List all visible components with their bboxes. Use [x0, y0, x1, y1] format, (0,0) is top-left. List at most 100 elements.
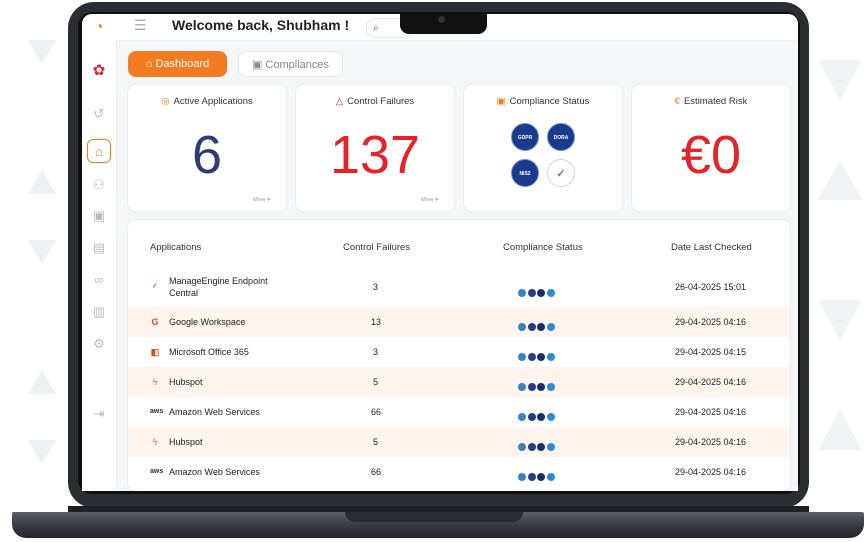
status-dot — [546, 353, 555, 361]
compliance-dots — [518, 284, 556, 297]
table-row[interactable]: ϟ Hubspot 5 29-04-2025 04:16 — [128, 367, 790, 397]
calendar-icon[interactable]: ▤ — [90, 239, 108, 257]
logout-icon[interactable]: ⇥ — [90, 405, 108, 423]
status-dot — [546, 383, 555, 391]
check-circle-icon: ◎ — [161, 96, 170, 107]
status-dot — [537, 413, 545, 421]
app-logo-icon[interactable]: ✿ — [90, 62, 108, 80]
hubspot-icon: ϟ — [152, 437, 158, 447]
header-applications[interactable]: Applications — [150, 242, 201, 253]
bg-triangle — [818, 160, 862, 200]
table-row[interactable]: ϟ Hubspot 5 29-04-2025 04:16 — [128, 427, 790, 457]
date-last-checked: 29-04-2025 04:16 — [675, 467, 747, 477]
active-applications-value: 6 — [191, 125, 223, 185]
status-dot — [527, 353, 536, 361]
bg-triangle — [28, 40, 56, 64]
control-failures-card[interactable]: △ Control Failures 137 More ▾ — [296, 85, 454, 211]
header-date-last-checked[interactable]: Date Last Checked — [671, 242, 752, 253]
search-icon: ⌕ — [373, 22, 380, 34]
tab-compliances[interactable]: ▣ Compliances — [238, 51, 343, 77]
status-dot — [537, 289, 545, 297]
bg-triangle — [818, 300, 862, 340]
clipboard-icon: ▣ — [496, 96, 506, 107]
manageengine-icon: ◜ — [153, 282, 157, 292]
history-icon[interactable]: ↺ — [90, 105, 108, 123]
date-last-checked: 29-04-2025 04:16 — [675, 437, 747, 447]
date-last-checked: 29-04-2025 04:16 — [675, 377, 747, 387]
status-dot — [546, 443, 555, 451]
header-compliance-status[interactable]: Compliance Status — [503, 242, 583, 253]
status-dot — [546, 289, 555, 297]
camera-notch — [400, 12, 487, 34]
status-dot — [527, 323, 536, 331]
app-name: Microsoft Office 365 — [169, 347, 249, 357]
more-link[interactable]: More ▾ — [421, 197, 438, 203]
status-dot — [537, 383, 545, 391]
app-screen: ◔ ✿ ↺ ⌂ ⚇ ▣ ▤ ∞ ▥ ⚙ ⇥ ☰ Welcome back, Sh… — [82, 14, 798, 491]
table-row[interactable]: ◧ Microsoft Office 365 3 29-04-2025 04:1… — [128, 337, 790, 367]
status-dot — [537, 473, 545, 481]
hubspot-icon: ϟ — [152, 377, 158, 387]
tab-label: Dashboard — [155, 58, 210, 70]
date-last-checked: 29-04-2025 04:15 — [675, 347, 747, 357]
compliance-dots — [518, 348, 556, 361]
app-name: Amazon Web Services — [169, 467, 260, 477]
status-dot — [518, 383, 526, 391]
table-row[interactable]: aws Amazon Web Services 66 29-04-2025 04… — [128, 457, 790, 487]
bg-triangle — [28, 370, 56, 394]
compliance-status-card[interactable]: ▣ Compliance Status GDPR DORA NIS2 ✓ — [464, 85, 622, 211]
bg-triangle — [28, 170, 56, 194]
verified-badge: ✓ — [547, 159, 575, 187]
bg-triangle — [818, 60, 862, 100]
clipboard-icon[interactable]: ▣ — [90, 207, 108, 225]
status-dot — [527, 289, 536, 297]
app-name: Amazon Web Services — [169, 407, 260, 417]
status-dot — [527, 443, 536, 451]
estimated-risk-value: €0 — [680, 125, 742, 185]
compliance-dots — [518, 408, 556, 421]
office-icon: ◧ — [150, 347, 160, 357]
status-dot — [518, 413, 526, 421]
status-dot — [537, 323, 545, 331]
laptop-lip — [345, 512, 523, 522]
bg-triangle — [28, 440, 56, 464]
card-title: Compliance Status — [509, 96, 590, 107]
tab-dashboard[interactable]: ⌂ Dashboard — [128, 51, 227, 77]
status-dot — [518, 353, 526, 361]
control-failures-count: 3 — [373, 347, 379, 357]
table-row[interactable]: aws Amazon Web Services 66 29-04-2025 04… — [128, 397, 790, 427]
status-dot — [518, 289, 526, 297]
clipboard-icon: ▣ — [251, 59, 266, 71]
card-title: Estimated Risk — [683, 96, 748, 107]
users-icon[interactable]: ⚇ — [90, 176, 108, 194]
more-link[interactable]: More ▾ — [253, 197, 270, 203]
date-last-checked: 26-04-2025 15:01 — [675, 282, 747, 292]
estimated-risk-card[interactable]: € Estimated Risk €0 — [632, 85, 790, 211]
dora-badge: DORA — [547, 123, 575, 151]
link-icon[interactable]: ∞ — [90, 271, 108, 289]
control-failures-value: 137 — [329, 125, 421, 185]
home-icon[interactable]: ⌂ — [87, 139, 111, 163]
table-row[interactable]: G Google Workspace 13 29-04-2025 04:16 — [128, 307, 790, 337]
menu-icon[interactable]: ☰ — [134, 17, 147, 34]
gear-icon[interactable]: ⚙ — [90, 335, 108, 353]
control-failures-count: 5 — [373, 437, 379, 447]
app-name: Google Workspace — [169, 317, 246, 327]
status-dot — [527, 473, 536, 481]
status-dot — [537, 443, 545, 451]
header-control-failures[interactable]: Control Failures — [343, 242, 410, 253]
chart-icon[interactable]: ▥ — [90, 303, 108, 321]
compliance-dots — [518, 468, 556, 481]
status-dot — [527, 413, 536, 421]
nis2-badge: NIS2 — [511, 159, 539, 187]
home-icon: ⌂ — [145, 58, 156, 70]
brand-logo-icon[interactable]: ◔ — [90, 19, 108, 37]
table-row[interactable]: ◜ ManageEngine Endpoint Central 3 26-04-… — [128, 270, 790, 304]
camera-icon — [438, 16, 445, 23]
date-last-checked: 29-04-2025 04:16 — [675, 407, 747, 417]
status-dot — [518, 443, 526, 451]
sidebar: ◔ ✿ ↺ ⌂ ⚇ ▣ ▤ ∞ ▥ ⚙ ⇥ — [82, 14, 117, 491]
control-failures-count: 3 — [373, 282, 379, 292]
app-name: Hubspot — [169, 377, 203, 387]
active-applications-card[interactable]: ◎ Active Applications 6 More ▾ — [128, 85, 286, 211]
